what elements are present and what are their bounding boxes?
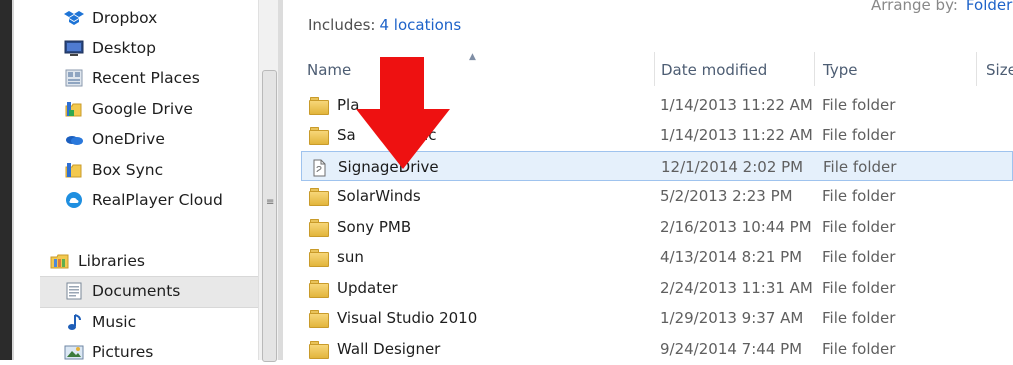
arrange-by: Arrange by: Folder [871,0,1012,14]
nav-item-label: Desktop [92,39,156,57]
file-date-modified: 12/1/2014 2:02 PM [661,158,804,176]
nav-item-desktop[interactable]: Desktop [64,35,156,61]
google-drive-icon [64,100,84,118]
nav-item-pictures[interactable]: Pictures [64,339,153,365]
nav-item-label: Recent Places [92,69,200,87]
file-row[interactable]: SolarWinds 5/2/2013 2:23 PM File folder [301,181,1013,211]
file-type: File folder [823,158,897,176]
file-row[interactable]: Updater 2/24/2013 11:31 AM File folder [301,273,1013,303]
column-header-type[interactable]: Type [823,52,857,88]
nav-item-label: Documents [92,282,181,300]
file-row-name: sun [309,242,364,272]
nav-item-onedrive[interactable]: OneDrive [64,126,165,152]
nav-item-label: Pictures [92,343,154,361]
file-name: Wall Designer [337,340,441,358]
folder-icon [309,249,329,267]
file-type: File folder [822,96,896,114]
file-name: Visual Studio 2010 [337,309,478,327]
folder-icon [309,310,329,328]
sort-ascending-icon: ▲ [469,52,476,62]
file-row-name: Updater [309,273,398,303]
file-type: File folder [822,126,896,144]
scrollbar-grip-icon: ≡ [266,197,275,208]
folder-icon [309,219,329,237]
nav-item-box-sync[interactable]: Box Sync [64,157,163,183]
arrange-by-dropdown[interactable]: Folder [966,0,1012,14]
pictures-icon [64,343,84,361]
dropbox-icon [64,9,84,27]
file-date-modified: 1/29/2013 9:37 AM [660,309,804,327]
nav-item-documents[interactable]: Documents [64,278,180,304]
folder-icon [309,341,329,359]
libraries-icon [50,252,70,270]
nav-item-google-drive[interactable]: Google Drive [64,96,193,122]
file-row-name: Visual Studio 2010 [309,303,477,333]
nav-item-music[interactable]: Music [64,309,136,335]
folder-icon [309,127,329,145]
file-type: File folder [822,187,896,205]
column-header-size[interactable]: Size [986,52,1013,88]
file-row-name: Sony PMB [309,212,411,242]
onedrive-icon [64,130,84,148]
folder-icon [309,97,329,115]
navigation-pane: Dropbox Desktop Recent Places Google Dri… [14,0,270,361]
file-date-modified: 1/14/2013 11:22 AM [660,96,813,114]
nav-item-label: Dropbox [92,9,158,27]
includes-locations-link[interactable]: 4 locations [379,16,461,34]
nav-item-libraries[interactable]: Libraries [50,248,145,274]
recent-places-icon [64,69,84,87]
nav-item-label: OneDrive [92,130,165,148]
file-type: File folder [822,218,896,236]
red-down-arrow-icon [356,57,450,169]
libraries-label: Libraries [78,252,145,270]
column-divider[interactable] [976,52,977,86]
column-header-date-modified[interactable]: Date modified [661,52,767,88]
file-date-modified: 5/2/2013 2:23 PM [660,187,793,205]
library-includes: Includes: 4 locations [308,16,461,34]
column-header-name[interactable]: Name [307,52,351,88]
file-name: SolarWinds [337,187,421,205]
file-type: File folder [822,279,896,297]
file-date-modified: 2/24/2013 11:31 AM [660,279,813,297]
navigation-scrollbar[interactable]: ≡ [258,0,279,362]
nav-item-recent-places[interactable]: Recent Places [64,65,200,91]
file-list-pane: Includes: 4 locations Arrange by: Folder ▲… [283,0,1013,360]
column-divider[interactable] [814,52,815,86]
desktop-icon [64,39,84,57]
explorer-window: Dropbox Desktop Recent Places Google Dri… [0,0,1013,362]
nav-item-label: Music [92,313,137,331]
file-date-modified: 1/14/2013 11:22 AM [660,126,813,144]
file-row[interactable]: sun 4/13/2014 8:21 PM File folder [301,242,1013,272]
navigation-scrollbar-thumb[interactable]: ≡ [262,70,277,362]
nav-item-label: Box Sync [92,161,164,179]
documents-icon [64,282,84,300]
music-icon [64,313,84,331]
box-sync-icon [64,161,84,179]
folder-icon [309,188,329,206]
file-type: File folder [822,248,896,266]
file-date-modified: 2/16/2013 10:44 PM [660,218,812,236]
arrange-by-label: Arrange by: [871,0,958,14]
column-divider[interactable] [654,52,655,86]
file-row[interactable]: Visual Studio 2010 1/29/2013 9:37 AM Fil… [301,303,1013,333]
file-name: Sony PMB [337,218,412,236]
file-type: File folder [822,309,896,327]
nav-item-label: Google Drive [92,100,193,118]
file-name: sun [337,248,364,266]
file-row-name: SolarWinds [309,181,421,211]
file-row[interactable]: Sony PMB 2/16/2013 10:44 PM File folder [301,212,1013,242]
folder-icon [309,280,329,298]
realplayer-cloud-icon [64,191,84,209]
nav-item-dropbox[interactable]: Dropbox [64,5,157,31]
file-row-name: Pla [309,90,359,120]
file-date-modified: 4/13/2014 8:21 PM [660,248,803,266]
file-name: Updater [337,279,398,297]
window-border [0,0,12,360]
nav-item-realplayer-cloud[interactable]: RealPlayer Cloud [64,187,223,213]
drive-folder-icon [310,159,328,177]
nav-item-label: RealPlayer Cloud [92,191,223,209]
includes-label: Includes: [308,16,376,34]
